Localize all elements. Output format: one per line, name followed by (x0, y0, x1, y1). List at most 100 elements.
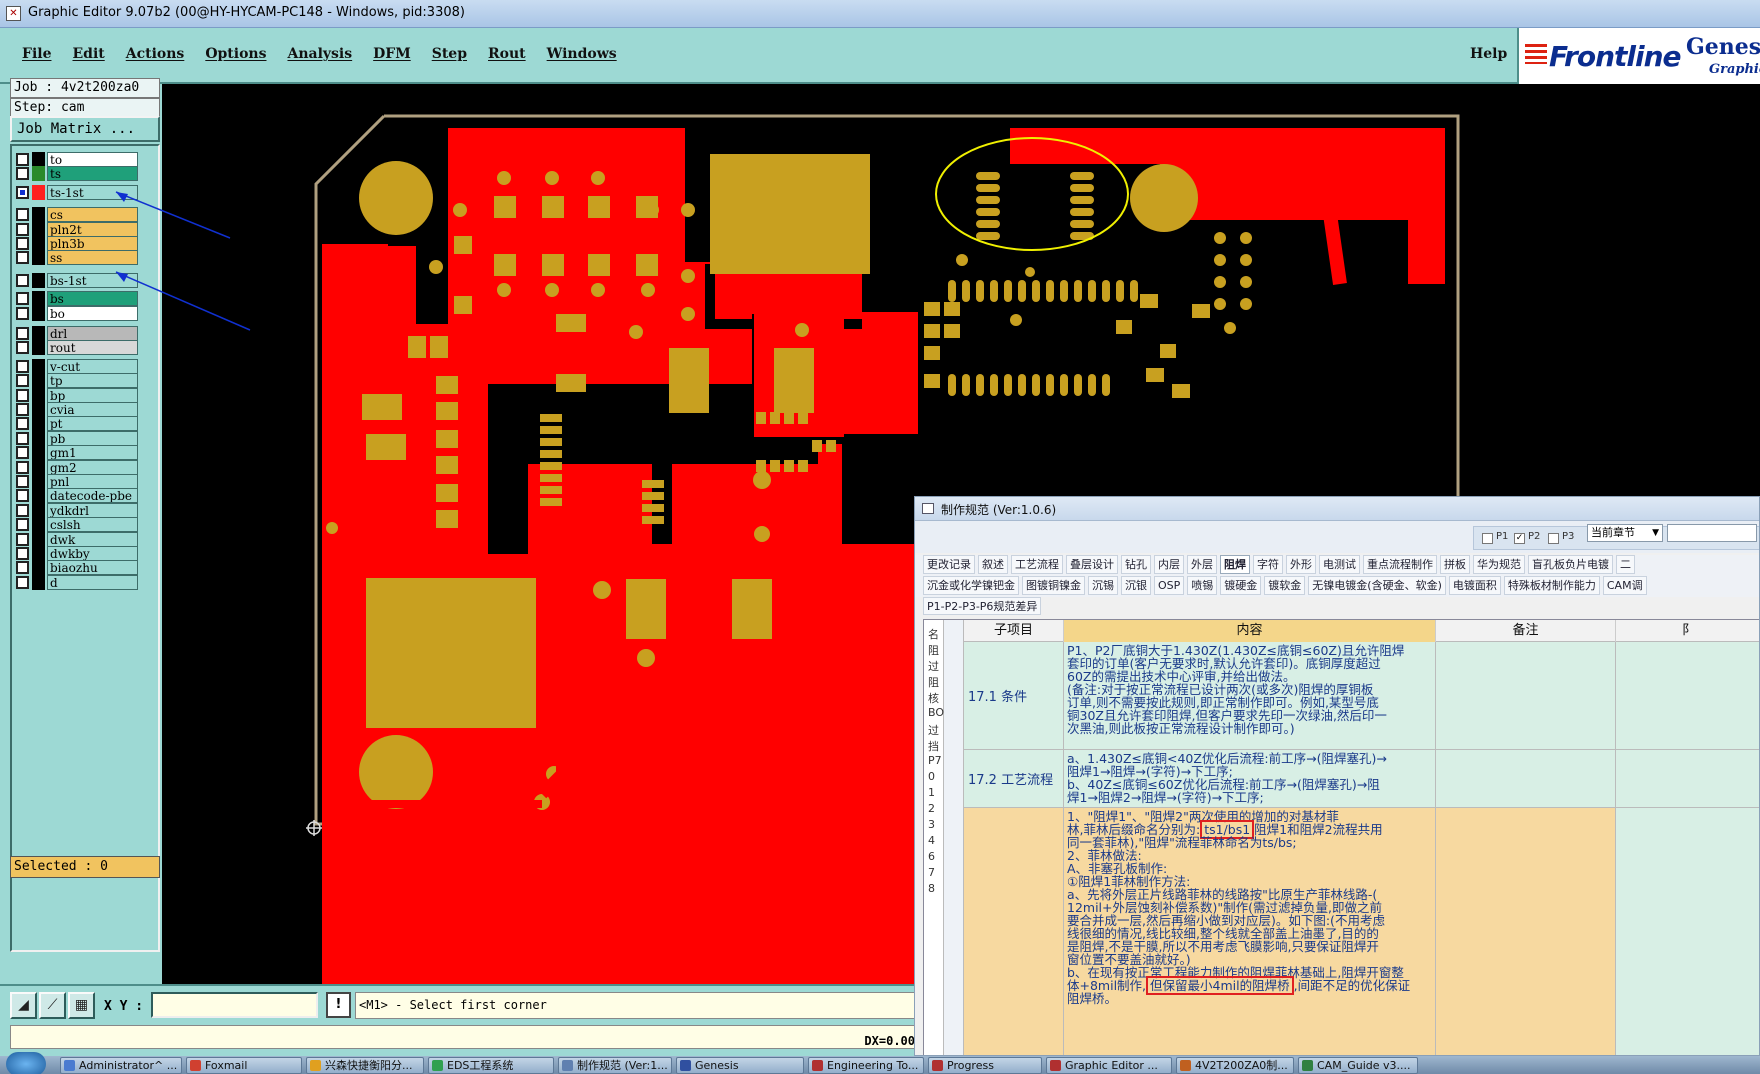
chapter-select[interactable]: 当前章节 ▼ (1587, 524, 1663, 542)
layer-checkbox[interactable] (16, 327, 29, 340)
layer-color-swatch[interactable] (32, 207, 45, 223)
tab-7[interactable]: 镀硬金 (1220, 576, 1262, 595)
layer-checkbox[interactable] (16, 341, 29, 355)
taskbar-button[interactable]: CAM_Guide v3.... (1298, 1057, 1418, 1074)
header-extra[interactable]: 阝 (1616, 620, 1759, 642)
layer-color-swatch[interactable] (32, 358, 45, 374)
layer-checkbox[interactable] (16, 185, 29, 199)
menu-analysis[interactable]: Analysis (287, 46, 352, 62)
layer-color-swatch[interactable] (32, 546, 45, 561)
job-matrix-button[interactable]: Job Matrix ... (10, 116, 160, 142)
tab-9[interactable]: 无镍电镀金(含硬金、软金) (1308, 576, 1446, 595)
layer-color-swatch[interactable] (32, 430, 45, 446)
layer-color-swatch[interactable] (32, 250, 45, 266)
header-sub[interactable]: 子项目 (964, 620, 1064, 642)
tab-4[interactable]: 沉银 (1121, 576, 1151, 595)
layer-name[interactable]: gm2 (47, 459, 138, 475)
layer-row-gm2[interactable]: gm2 (16, 459, 138, 475)
pcb-canvas[interactable] (162, 84, 920, 984)
p3-checkbox[interactable] (1548, 533, 1559, 544)
layer-color-swatch[interactable] (32, 387, 45, 403)
tab-9[interactable]: 字符 (1253, 555, 1283, 574)
tab-7[interactable]: 外层 (1187, 555, 1217, 574)
exclamation-button[interactable]: ! (326, 992, 351, 1018)
p1-checkbox[interactable] (1482, 533, 1493, 544)
layer-color-swatch[interactable] (32, 474, 45, 489)
layer-name[interactable]: pt (47, 416, 138, 432)
layer-checkbox[interactable] (16, 306, 29, 320)
layer-name[interactable]: gm1 (47, 445, 138, 461)
tab-8[interactable]: 镀软金 (1264, 576, 1306, 595)
layer-color-swatch[interactable] (32, 305, 45, 321)
taskbar-button[interactable]: Engineering To... (808, 1057, 924, 1074)
layer-color-swatch[interactable] (32, 517, 45, 533)
menu-windows[interactable]: Windows (547, 46, 617, 62)
layer-checkbox[interactable] (16, 489, 29, 503)
app-icon[interactable]: ✕ (6, 6, 21, 21)
layer-color-swatch[interactable] (32, 184, 45, 200)
measure-button[interactable]: ⟋ (39, 992, 66, 1019)
tab-11[interactable]: 特殊板材制作能力 (1503, 576, 1600, 595)
layer-checkbox[interactable] (16, 460, 29, 474)
layer-name[interactable]: dwkby (47, 546, 138, 561)
taskbar-button[interactable]: Genesis (676, 1057, 804, 1074)
tab-4[interactable]: 叠层设计 (1066, 555, 1118, 574)
layer-name[interactable]: pb (47, 430, 138, 446)
layer-name[interactable]: biaozhu (47, 560, 138, 576)
tab-6[interactable]: 喷锡 (1187, 576, 1218, 595)
layer-name[interactable]: cvia (47, 402, 138, 417)
table-row[interactable]: 17.1 条件 P1、P2厂底铜大于1.430Z(1.430Z≤底铜≤60Z)且… (964, 642, 1759, 750)
layer-color-swatch[interactable] (32, 402, 45, 417)
layer-row-ydkdrl[interactable]: ydkdrl (16, 502, 138, 518)
layer-checkbox[interactable] (16, 561, 29, 575)
layer-checkbox[interactable] (16, 388, 29, 402)
layer-row-gm1[interactable]: gm1 (16, 445, 138, 461)
layer-row-datecode-pbe[interactable]: datecode-pbe (16, 488, 138, 504)
layer-row-d[interactable]: d (16, 574, 138, 590)
layer-checkbox[interactable] (16, 153, 29, 166)
layer-row-cvia[interactable]: cvia (16, 402, 138, 417)
grid-button[interactable]: ▦ (68, 992, 95, 1019)
layer-color-swatch[interactable] (32, 166, 45, 182)
layer-checkbox[interactable] (16, 446, 29, 460)
layer-checkbox[interactable] (16, 167, 29, 181)
layer-checkbox[interactable] (16, 237, 29, 250)
layer-checkbox[interactable] (16, 431, 29, 445)
taskbar-button[interactable]: Administrator^ ... (60, 1057, 182, 1074)
layer-checkbox[interactable] (16, 208, 29, 222)
layer-color-swatch[interactable] (32, 445, 45, 461)
layer-name[interactable]: to (47, 152, 138, 167)
layer-checkbox[interactable] (16, 547, 29, 560)
layer-checkbox[interactable] (16, 292, 29, 306)
layer-row-to[interactable]: to (16, 152, 138, 167)
taskbar-button[interactable]: EDS工程系统 (428, 1057, 554, 1074)
layer-row-dwk[interactable]: dwk (16, 531, 138, 547)
tab-p-differences[interactable]: P1-P2-P3-P6规范差异 (923, 597, 1042, 615)
header-content[interactable]: 内容 (1064, 620, 1436, 642)
layer-checkbox[interactable] (16, 374, 29, 388)
tab-12[interactable]: CAM调 (1602, 576, 1647, 595)
taskbar-button[interactable]: 制作规范 (Ver:1... (558, 1057, 672, 1074)
layer-row-bp[interactable]: bp (16, 387, 138, 403)
menu-dfm[interactable]: DFM (373, 46, 411, 62)
tab-8[interactable]: 阻焊 (1220, 555, 1250, 574)
layer-color-swatch[interactable] (32, 531, 45, 547)
taskbar-button[interactable]: 兴森快捷衡阳分... (306, 1057, 424, 1074)
layer-checkbox[interactable] (16, 403, 29, 416)
layer-color-swatch[interactable] (32, 502, 45, 518)
menu-file[interactable]: File (22, 46, 51, 62)
layer-checkbox[interactable] (16, 532, 29, 546)
layer-color-swatch[interactable] (32, 340, 45, 356)
layer-checkbox[interactable] (16, 518, 29, 532)
tab-3[interactable]: 沉锡 (1088, 576, 1118, 595)
tab-13[interactable]: 拼板 (1440, 555, 1470, 574)
layer-color-swatch[interactable] (32, 272, 45, 288)
table-row[interactable]: 17.2 工艺流程 a、1.430Z≤底铜<40Z优化后流程:前工序→(阻焊塞孔… (964, 750, 1759, 808)
header-note[interactable]: 备注 (1436, 620, 1616, 642)
layer-color-swatch[interactable] (32, 221, 45, 237)
layer-checkbox[interactable] (16, 503, 29, 517)
layer-name[interactable]: dwk (47, 531, 138, 547)
layer-color-swatch[interactable] (32, 152, 45, 167)
layer-name[interactable]: datecode-pbe (47, 488, 138, 504)
layer-color-swatch[interactable] (32, 459, 45, 475)
